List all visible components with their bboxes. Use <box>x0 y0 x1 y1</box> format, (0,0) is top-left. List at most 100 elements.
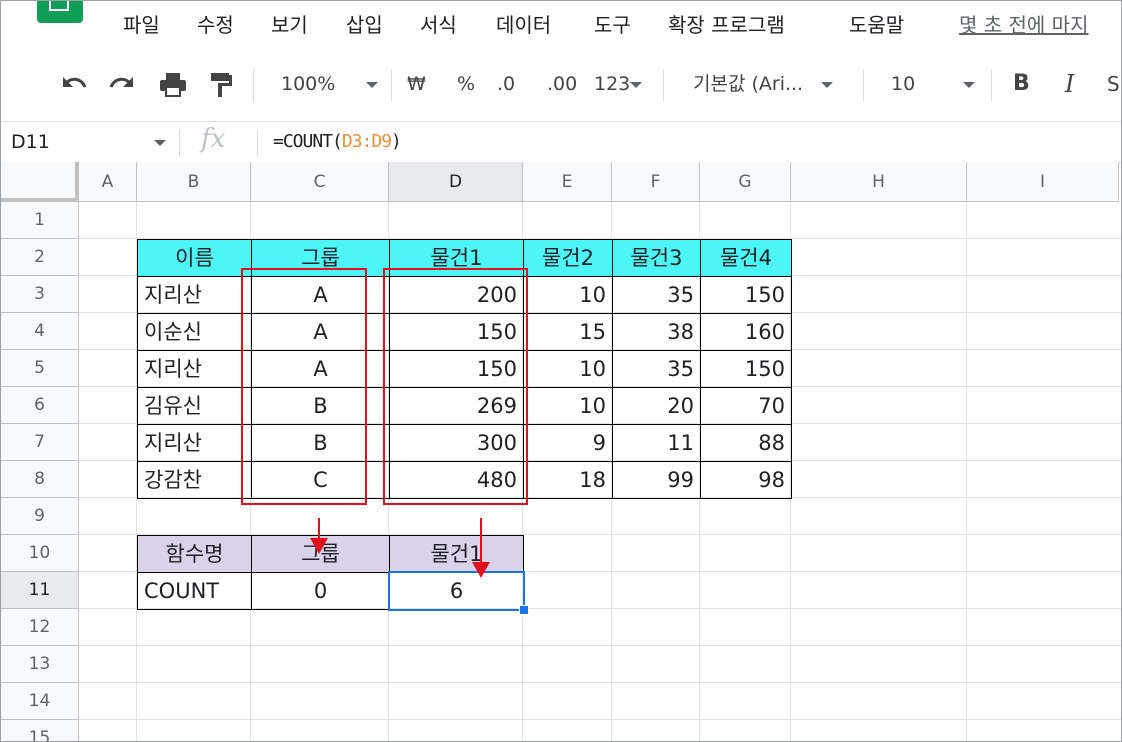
table-cell[interactable]: 150 <box>389 313 524 351</box>
row-header-11[interactable]: 11 <box>1 572 79 609</box>
row-header-14[interactable]: 14 <box>1 683 79 720</box>
column-header-h[interactable]: H <box>791 162 967 202</box>
table-cell[interactable]: 200 <box>389 276 524 314</box>
column-header-a[interactable]: A <box>79 162 137 202</box>
redo-icon[interactable] <box>107 67 137 101</box>
row-header-1[interactable]: 1 <box>1 202 79 239</box>
menu-format[interactable]: 서식 <box>420 11 457 39</box>
select-all-corner[interactable] <box>1 162 79 202</box>
last-edit-link[interactable]: 몇 초 전에 마지 <box>959 11 1088 39</box>
italic-button[interactable]: I <box>1065 67 1074 101</box>
menu-view[interactable]: 보기 <box>271 11 308 39</box>
table-cell[interactable]: 480 <box>389 461 524 499</box>
column-header-e[interactable]: E <box>523 162 612 202</box>
summary-cell[interactable]: COUNT <box>137 572 252 610</box>
name-box[interactable]: D11 <box>11 128 50 156</box>
table-cell[interactable]: 이순신 <box>137 313 252 351</box>
table-cell[interactable]: 99 <box>612 461 701 499</box>
menu-insert[interactable]: 삽입 <box>346 11 383 39</box>
summary-cell[interactable]: 0 <box>251 572 390 610</box>
table-cell[interactable]: 10 <box>523 387 613 425</box>
table-header-cell[interactable]: 물건4 <box>700 239 792 277</box>
table-cell[interactable]: 지리산 <box>137 276 252 314</box>
chevron-down-icon[interactable] <box>154 140 166 146</box>
table-cell[interactable]: 300 <box>389 424 524 462</box>
table-header-cell[interactable]: 그룹 <box>251 239 390 277</box>
table-cell[interactable]: 38 <box>612 313 701 351</box>
menu-help[interactable]: 도움말 <box>849 11 904 39</box>
table-cell[interactable]: 160 <box>700 313 792 351</box>
column-header-b[interactable]: B <box>137 162 251 202</box>
currency-format-button[interactable]: ₩ <box>407 67 426 101</box>
table-cell[interactable]: 150 <box>389 350 524 388</box>
row-header-15[interactable]: 15 <box>1 720 79 741</box>
table-cell[interactable]: C <box>251 461 390 499</box>
menu-file[interactable]: 파일 <box>123 11 160 39</box>
font-family-select[interactable]: 기본값 (Ari... <box>693 67 834 101</box>
column-header-d[interactable]: D <box>389 162 523 202</box>
table-cell[interactable]: 강감찬 <box>137 461 252 499</box>
table-cell[interactable]: A <box>251 350 390 388</box>
sheet-grid[interactable]: A B C D E F G H I 1 2 3 4 5 6 7 8 9 10 11 12 13 14 15 이름 그룹 물건1 물건2… <box>1 162 1121 741</box>
row-header-10[interactable]: 10 <box>1 535 79 572</box>
table-header-cell[interactable]: 물건3 <box>612 239 701 277</box>
sheets-logo-icon[interactable] <box>37 1 83 23</box>
formula-input[interactable]: =COUNT(D3:D9) <box>273 128 402 156</box>
paint-format-icon[interactable] <box>207 67 235 101</box>
column-header-c[interactable]: C <box>251 162 389 202</box>
table-header-cell[interactable]: 물건1 <box>389 239 524 277</box>
summary-header-cell[interactable]: 함수명 <box>137 535 252 573</box>
strikethrough-icon[interactable]: S <box>1107 67 1121 101</box>
row-header-6[interactable]: 6 <box>1 387 79 424</box>
table-cell[interactable]: 지리산 <box>137 424 252 462</box>
table-cell[interactable]: 150 <box>700 350 792 388</box>
row-header-3[interactable]: 3 <box>1 276 79 313</box>
table-header-cell[interactable]: 이름 <box>137 239 252 277</box>
table-header-cell[interactable]: 물건2 <box>523 239 613 277</box>
undo-icon[interactable] <box>59 67 89 101</box>
row-header-13[interactable]: 13 <box>1 646 79 683</box>
table-cell[interactable]: 지리산 <box>137 350 252 388</box>
font-size-caret[interactable] <box>963 67 975 101</box>
table-cell[interactable]: B <box>251 387 390 425</box>
font-size-select[interactable]: 10 <box>891 67 915 101</box>
row-header-12[interactable]: 12 <box>1 609 79 646</box>
table-cell[interactable]: 35 <box>612 350 701 388</box>
table-cell[interactable]: 11 <box>612 424 701 462</box>
summary-header-cell[interactable]: 물건1 <box>389 535 524 573</box>
row-header-7[interactable]: 7 <box>1 424 79 461</box>
menu-extensions[interactable]: 확장 프로그램 <box>668 11 785 39</box>
table-cell[interactable]: 150 <box>700 276 792 314</box>
table-cell[interactable]: 88 <box>700 424 792 462</box>
decrease-decimal-button[interactable]: .0 <box>497 67 515 101</box>
fill-handle[interactable] <box>519 605 529 615</box>
row-header-2[interactable]: 2 <box>1 239 79 276</box>
percent-format-button[interactable]: % <box>457 67 475 101</box>
table-cell[interactable]: 10 <box>523 350 613 388</box>
row-header-4[interactable]: 4 <box>1 313 79 350</box>
column-header-i[interactable]: I <box>967 162 1119 202</box>
summary-header-cell[interactable]: 그룹 <box>251 535 390 573</box>
table-cell[interactable]: A <box>251 313 390 351</box>
row-header-9[interactable]: 9 <box>1 498 79 535</box>
table-cell[interactable]: 9 <box>523 424 613 462</box>
row-header-5[interactable]: 5 <box>1 350 79 387</box>
table-cell[interactable]: A <box>251 276 390 314</box>
table-cell[interactable]: B <box>251 424 390 462</box>
table-cell[interactable]: 18 <box>523 461 613 499</box>
table-cell[interactable]: 김유신 <box>137 387 252 425</box>
row-header-8[interactable]: 8 <box>1 461 79 498</box>
column-header-f[interactable]: F <box>612 162 700 202</box>
menu-tools[interactable]: 도구 <box>594 11 631 39</box>
menu-edit[interactable]: 수정 <box>197 11 234 39</box>
column-header-g[interactable]: G <box>700 162 791 202</box>
table-cell[interactable]: 10 <box>523 276 613 314</box>
table-cell[interactable]: 20 <box>612 387 701 425</box>
table-cell[interactable]: 15 <box>523 313 613 351</box>
table-cell[interactable]: 35 <box>612 276 701 314</box>
bold-button[interactable]: B <box>1013 67 1030 101</box>
table-cell[interactable]: 269 <box>389 387 524 425</box>
number-format-select[interactable]: 123 <box>594 67 643 101</box>
menu-data[interactable]: 데이터 <box>496 11 551 39</box>
increase-decimal-button[interactable]: .00 <box>547 67 577 101</box>
